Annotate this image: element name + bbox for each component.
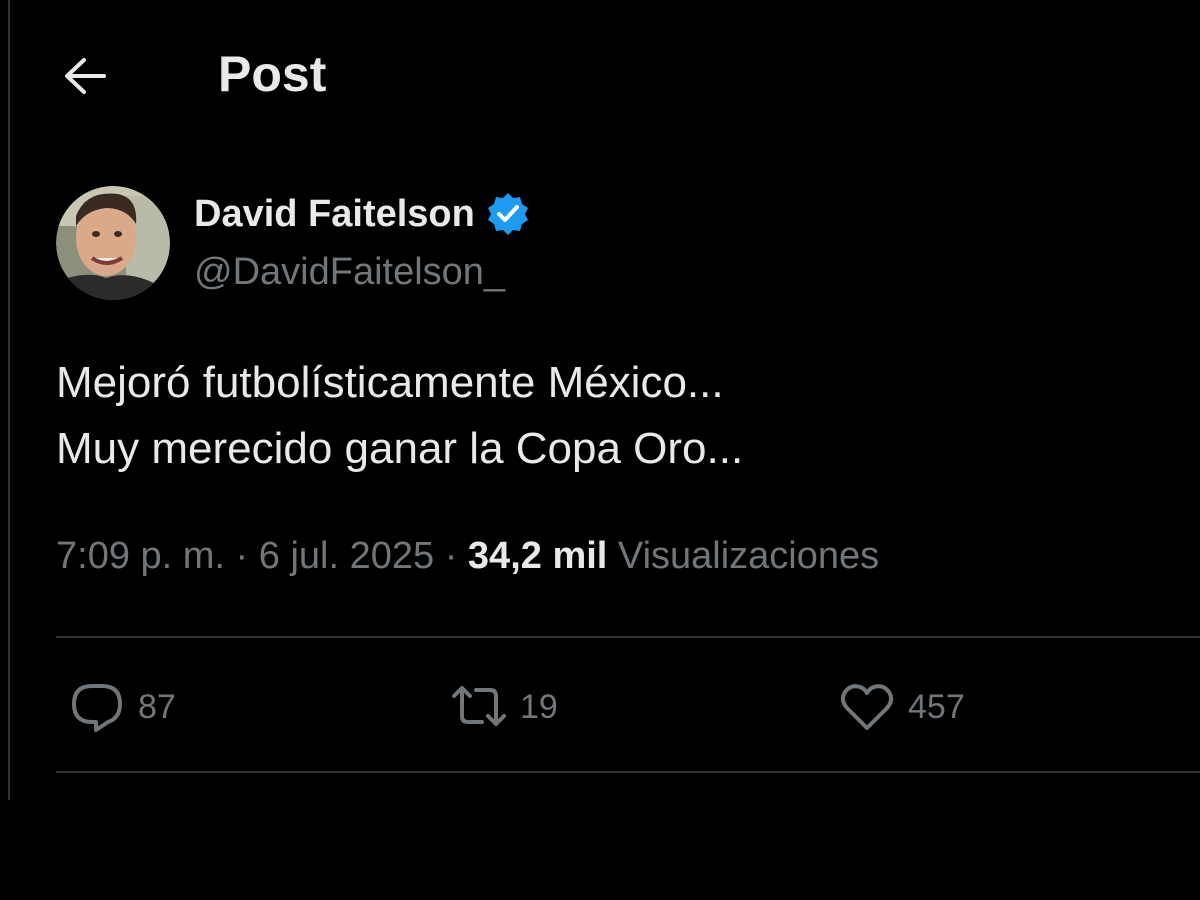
author-name: David Faitelson [194,193,475,235]
meta-separator: · [444,535,458,577]
arrow-left-icon [65,58,106,94]
post-text-line: Mejoró futbolísticamente México... [56,358,724,407]
post-text-line: Muy merecido ganar la Copa Oro... [56,424,744,473]
like-button[interactable]: 457 [838,672,965,742]
views-count: 34,2 mil [467,535,608,577]
post-date[interactable]: 6 jul. 2025 [259,535,434,577]
author-handle[interactable]: @DavidFaitelson_ [194,248,505,296]
reply-count: 87 [138,687,176,726]
avatar[interactable] [56,186,170,300]
post-author: David Faitelson @DavidFaitelson_ [56,186,956,306]
divider [56,636,1200,638]
post-meta: 7:09 p. m. · 6 jul. 2025 · 34,2 mil Visu… [56,528,879,584]
heart-icon [838,678,896,736]
repost-button[interactable]: 19 [450,672,558,742]
back-button[interactable] [52,46,118,106]
repost-count: 19 [520,687,558,726]
like-count: 457 [908,687,965,726]
views-label: Visualizaciones [617,535,880,577]
author-name-row[interactable]: David Faitelson [194,190,531,238]
post-time[interactable]: 7:09 p. m. [56,535,225,577]
page-title: Post [218,46,327,102]
repost-icon [450,678,508,736]
post-text: Mejoró futbolísticamente México... Muy m… [56,350,1156,482]
verified-badge-icon [485,191,531,237]
reply-icon [68,678,126,736]
divider [56,771,1200,773]
post-page: Post David Faitelson @DavidFaitelson_ Me… [0,0,1200,900]
post-actions: 87 19 457 [56,672,1200,742]
avatar-image [56,186,170,300]
meta-separator: · [235,535,249,577]
post-header: Post [0,0,1200,150]
reply-button[interactable]: 87 [68,672,176,742]
